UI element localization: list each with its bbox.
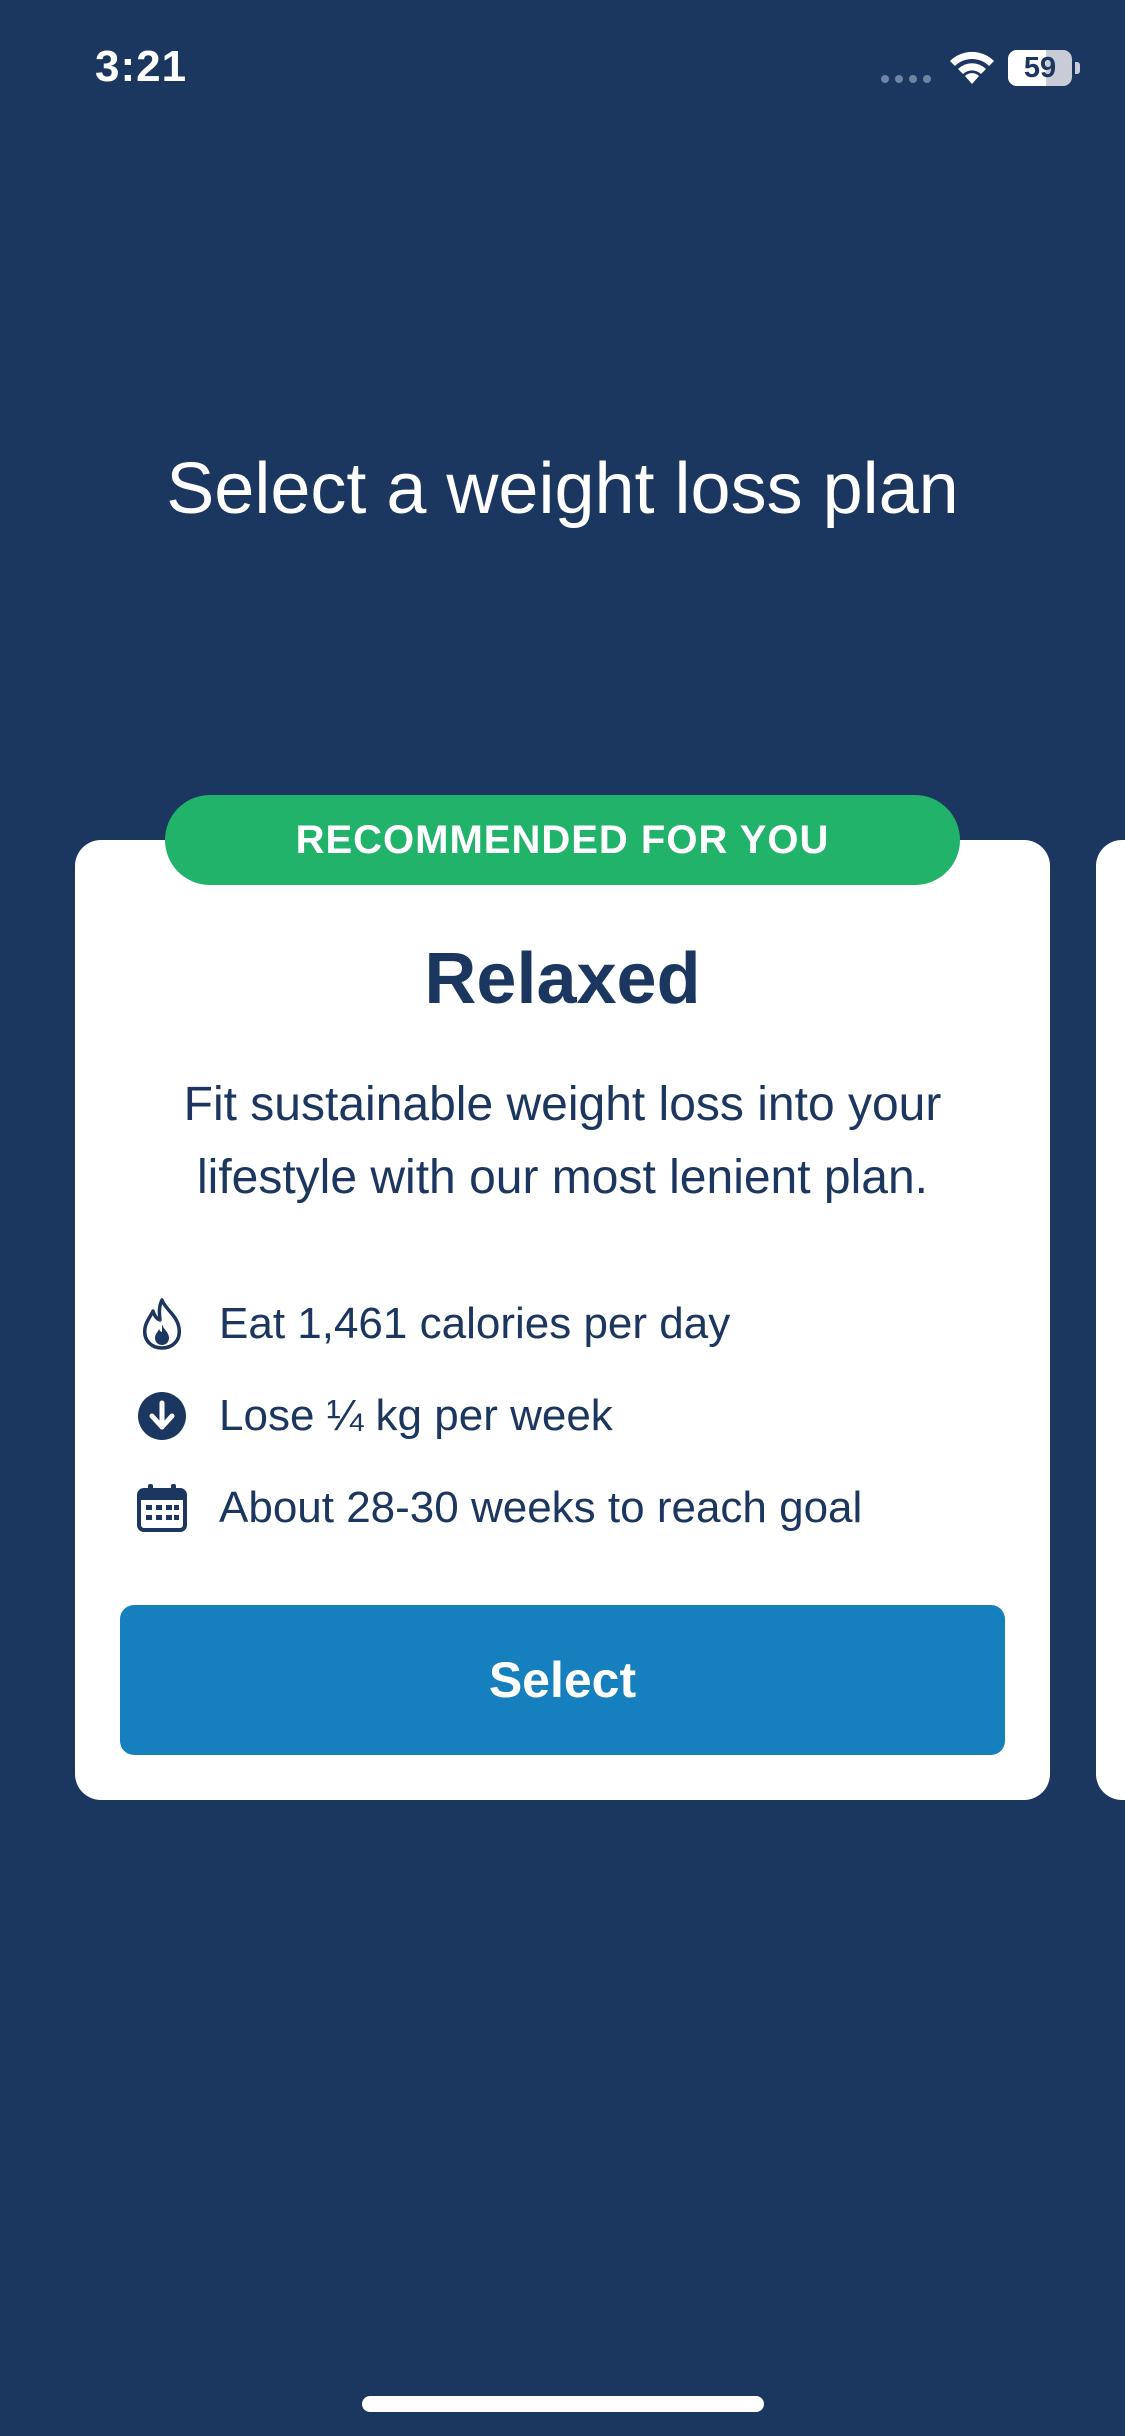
recommended-badge: RECOMMENDED FOR YOU xyxy=(165,795,960,885)
wifi-icon xyxy=(950,51,994,84)
plan-card: Relaxed Fit sustainable weight loss into… xyxy=(75,840,1050,1800)
battery-level: 59 xyxy=(1023,52,1057,84)
plan-name: Relaxed xyxy=(424,939,701,1019)
arrow-down-circle-icon xyxy=(135,1389,189,1443)
battery-icon: 59 xyxy=(1008,50,1080,86)
next-plan-card-peek[interactable] xyxy=(1096,840,1125,1800)
feature-item-duration: About 28-30 weeks to reach goal xyxy=(135,1462,1015,1554)
status-bar: 3:21 59 xyxy=(0,0,1125,140)
page-title: Select a weight loss plan xyxy=(166,449,959,529)
calendar-icon xyxy=(135,1481,189,1535)
feature-item-calories: Eat 1,461 calories per day xyxy=(135,1278,1015,1370)
select-button[interactable]: Select xyxy=(120,1605,1005,1755)
flame-icon xyxy=(135,1297,189,1351)
home-indicator[interactable] xyxy=(362,2396,764,2412)
feature-item-weekly-loss: Lose ¼ kg per week xyxy=(135,1370,1015,1462)
feature-text: Eat 1,461 calories per day xyxy=(219,1299,731,1348)
plan-description: Fit sustainable weight loss into your li… xyxy=(183,1078,942,1204)
status-time: 3:21 xyxy=(95,42,188,91)
feature-list: Eat 1,461 calories per day Lose ¼ kg per… xyxy=(135,1278,1015,1554)
feature-text: Lose ¼ kg per week xyxy=(219,1391,613,1440)
cellular-signal-icon xyxy=(881,75,931,83)
feature-text: About 28-30 weeks to reach goal xyxy=(219,1483,863,1532)
